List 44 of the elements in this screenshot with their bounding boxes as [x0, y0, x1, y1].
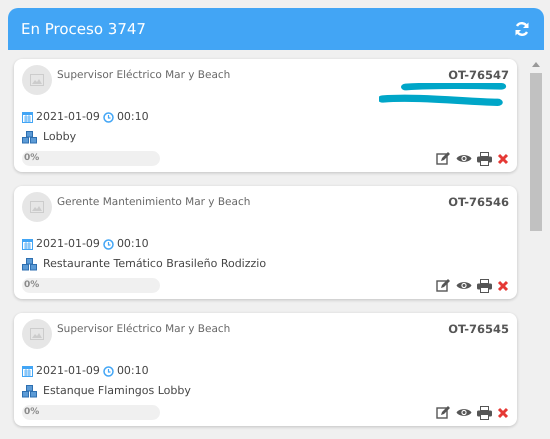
clock-icon: [102, 366, 114, 376]
calendar-icon: [22, 365, 33, 377]
order-number: OT-76545: [448, 321, 509, 337]
avatar-icon: [22, 192, 52, 222]
printer-icon[interactable]: [477, 152, 492, 166]
role-text: Gerente Mantenimiento Mar y Beach: [57, 195, 250, 210]
eye-icon[interactable]: [456, 153, 472, 164]
panel-title: En Proceso 3747: [21, 18, 146, 40]
progress-label: 0%: [24, 406, 40, 419]
delete-icon[interactable]: [497, 280, 509, 292]
printer-icon[interactable]: [477, 278, 492, 292]
progress-label: 0%: [24, 152, 40, 165]
role-text: Supervisor Eléctrico Mar y Beach: [57, 68, 230, 83]
avatar-icon: [22, 65, 52, 95]
date-text: 2021-01-09: [36, 236, 100, 252]
clock-icon: [102, 238, 114, 250]
calendar-icon: [22, 111, 33, 123]
eye-icon[interactable]: [456, 280, 472, 291]
delete-icon[interactable]: [497, 406, 509, 418]
calendar-icon: [22, 238, 33, 250]
location-text: Lobby: [43, 129, 76, 145]
avatar-icon: [22, 319, 52, 349]
order-number: OT-76547: [448, 67, 509, 83]
date-text: 2021-01-09: [36, 363, 100, 379]
time-text: 00:10: [116, 236, 149, 252]
cubes-icon: [22, 130, 38, 144]
printer-icon[interactable]: [477, 406, 492, 420]
eye-icon[interactable]: [456, 407, 472, 418]
cubes-icon: [22, 258, 38, 270]
time-text: 00:10: [116, 363, 149, 379]
edit-icon[interactable]: [436, 278, 451, 292]
clock-icon: [102, 112, 114, 122]
refresh-icon[interactable]: [514, 21, 530, 37]
edit-icon[interactable]: [436, 152, 451, 166]
progress-label: 0%: [24, 279, 40, 292]
order-number: OT-76546: [448, 194, 509, 210]
time-text: 00:10: [116, 109, 149, 125]
role-text: Supervisor Eléctrico Mar y Beach: [57, 322, 230, 337]
edit-icon[interactable]: [436, 406, 451, 420]
delete-icon[interactable]: [497, 152, 509, 164]
cubes-icon: [22, 384, 38, 398]
date-text: 2021-01-09: [36, 109, 100, 125]
location-text: Estanque Flamingos Lobby: [43, 383, 191, 399]
location-text: Restaurante Temático Brasileño Rodizzio: [43, 256, 266, 272]
